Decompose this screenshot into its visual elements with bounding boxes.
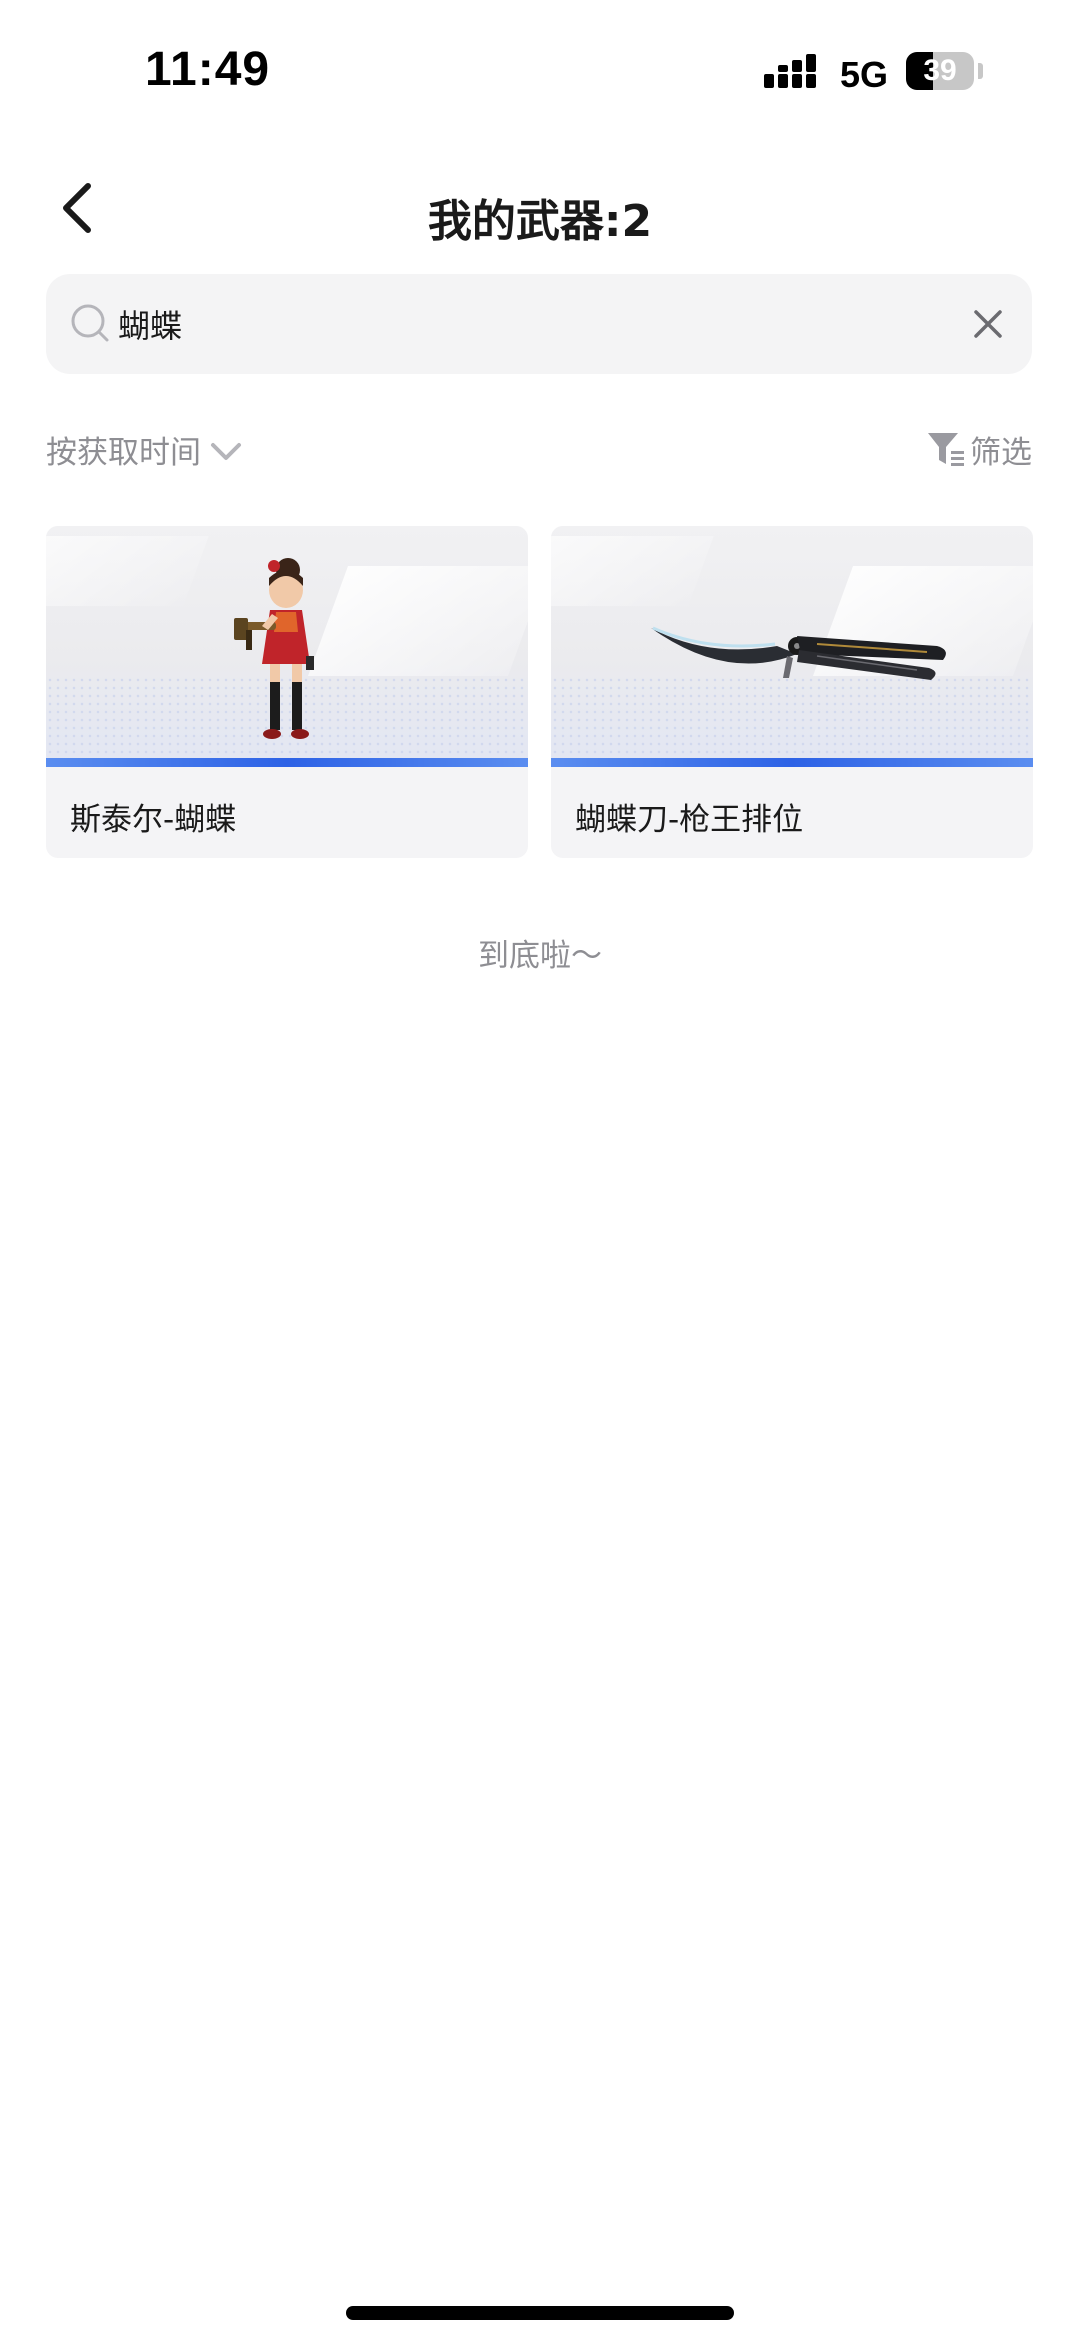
sort-dropdown[interactable]: 按获取时间 <box>46 424 243 474</box>
page-title: 我的武器:2 <box>427 196 653 247</box>
weapon-image <box>46 526 528 766</box>
clear-search-button[interactable] <box>966 302 1010 346</box>
close-icon <box>974 310 1002 338</box>
weapon-card[interactable]: 斯泰尔-蝴蝶 <box>46 526 528 858</box>
end-of-list-text: 到底啦～ <box>478 938 602 974</box>
weapon-name: 斯泰尔-蝴蝶 <box>70 802 237 838</box>
cellular-signal-icon <box>764 54 816 88</box>
weapon-name: 蝴蝶刀-枪王排位 <box>575 802 804 838</box>
search-bar[interactable] <box>46 274 1032 374</box>
battery-icon: 39 <box>906 52 974 90</box>
sort-label: 按获取时间 <box>46 434 201 471</box>
filter-button[interactable]: 筛选 <box>926 424 1032 474</box>
status-bar: 11:49 5G 39 <box>0 0 1080 140</box>
search-icon <box>71 304 109 342</box>
status-time: 11:49 <box>145 43 271 96</box>
home-indicator[interactable] <box>346 2306 734 2320</box>
search-input[interactable] <box>118 296 918 352</box>
battery-level-text: 39 <box>923 54 957 87</box>
weapon-image <box>551 526 1033 766</box>
weapon-card[interactable]: 蝴蝶刀-枪王排位 <box>551 526 1033 858</box>
rarity-bar <box>46 758 528 767</box>
character-with-gun-image <box>234 558 314 739</box>
chevron-down-icon <box>211 443 241 460</box>
butterfly-knife-image <box>651 626 946 680</box>
battery-cap <box>978 63 983 79</box>
weapons-page: 11:49 5G 39 我的武器:2 蝴蝶 按获取时间 筛选 斯泰尔-蝴蝶 蝴蝶… <box>0 0 1080 2341</box>
network-type-label: 5G <box>840 54 889 95</box>
filter-icon <box>928 433 964 466</box>
rarity-bar <box>551 758 1033 767</box>
filter-label: 筛选 <box>970 434 1032 471</box>
